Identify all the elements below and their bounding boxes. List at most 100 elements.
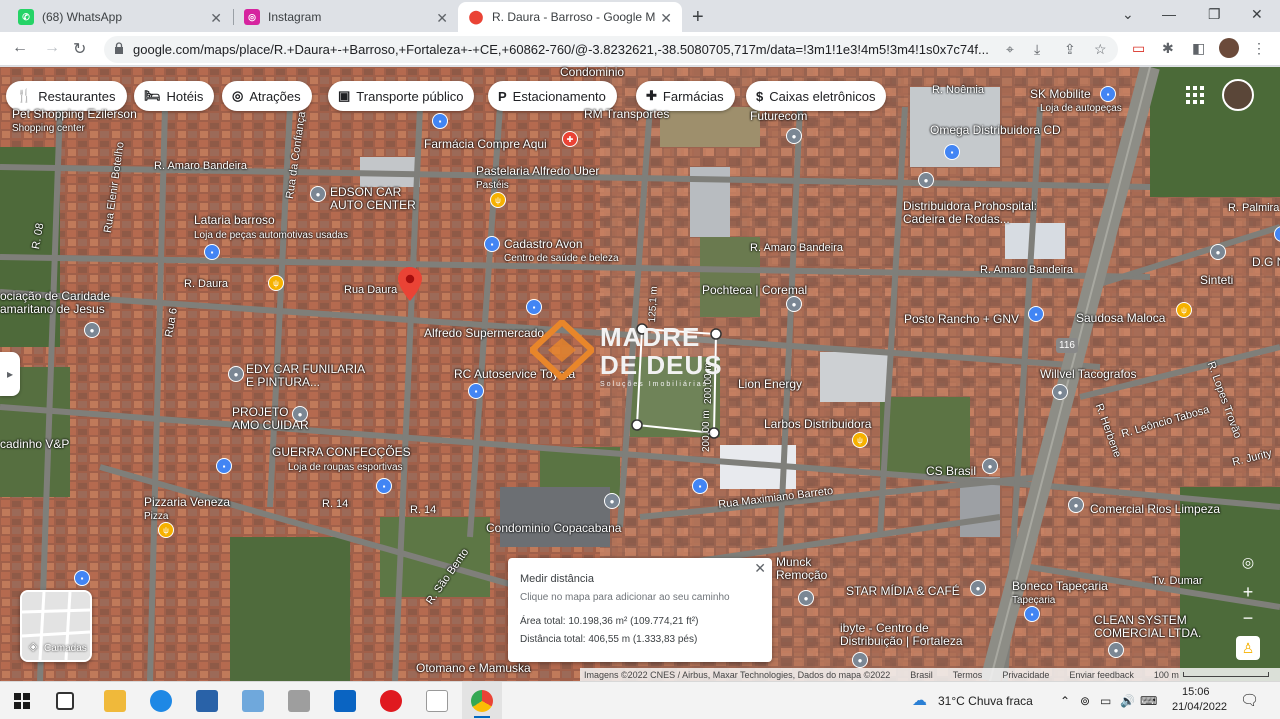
close-window-button[interactable]: ✕ [1251,6,1263,23]
zoom-out-button[interactable]: − [1236,606,1260,630]
tab-whatsapp[interactable]: ✆ (68) WhatsApp ✕ [8,2,232,32]
forward-button[interactable]: → [44,39,60,57]
map-label[interactable]: Saudosa Maloca [1076,312,1165,325]
notifications-icon[interactable]: 🗨 [1240,691,1259,709]
food-pin-icon[interactable]: ψ [1176,302,1192,318]
close-icon[interactable]: ✕ [210,10,222,27]
map-label[interactable]: cadinho V&P [0,438,69,451]
place-pin-icon[interactable]: ● [228,366,244,382]
map-label[interactable]: SK Mobilite [1030,88,1091,101]
puzzle-icon[interactable]: ✱ [1162,40,1174,57]
map-label[interactable]: Pochteca | Coremal [702,284,807,297]
map-label[interactable]: RM Transportes [584,108,669,121]
install-icon[interactable]: ⤓ [1034,41,1040,58]
map-label[interactable]: D.G N [1252,256,1280,269]
place-pin-icon[interactable]: ● [1068,497,1084,513]
map-label[interactable]: Alfredo Supermercado [424,327,544,340]
expand-side-panel-button[interactable]: ▸ [0,352,20,396]
map-label[interactable]: Pet Shopping Ezilerson [12,108,137,121]
shop-pin-icon[interactable]: ▪ [526,299,542,315]
map-label[interactable]: EDSON CAR AUTO CENTER [330,186,416,212]
place-pin-icon[interactable]: ● [310,186,326,202]
minimize-button[interactable]: — [1162,6,1176,22]
new-tab-button[interactable]: + [692,6,704,29]
my-location-icon[interactable]: ◎ [1236,550,1260,574]
network-icon[interactable]: ▭ [1100,694,1111,708]
shop-pin-icon[interactable]: ▪ [216,458,232,474]
place-pin-icon[interactable]: ● [604,493,620,509]
map-label[interactable]: CS Brasil [926,465,976,478]
shop-pin-icon[interactable]: ▪ [74,570,90,586]
close-icon[interactable]: ✕ [660,10,672,27]
map-label[interactable]: Condominio Copacabana [486,522,621,535]
photos-icon[interactable] [288,690,310,712]
map-label[interactable]: EDY CAR FUNILARIA E PINTURA... [246,363,365,389]
place-pin-icon[interactable]: ● [1210,244,1226,260]
chip-atms[interactable]: $ Caixas eletrônicos [746,81,887,111]
side-panel-icon[interactable]: ◧ [1192,40,1205,57]
pharmacy-pin-icon[interactable]: ✚ [562,131,578,147]
map-label[interactable]: Pizzaria Veneza [144,496,230,509]
close-icon[interactable]: ✕ [436,10,448,27]
place-pin-icon[interactable]: ● [918,172,934,188]
notepad-icon[interactable] [426,690,448,712]
windows-start-icon[interactable] [14,693,30,709]
shop-pin-icon[interactable]: ▪ [692,478,708,494]
map-label[interactable]: CLEAN SYSTEM COMERCIAL LTDA. [1094,614,1201,640]
map-label[interactable]: Pastelaria Alfredo Uber [476,165,599,178]
back-button[interactable]: ← [12,39,28,57]
food-pin-icon[interactable]: ψ [490,192,506,208]
shop-pin-icon[interactable]: ▪ [944,144,960,160]
map-label[interactable]: ibyte - Centro de Distribuição | Fortale… [840,622,963,648]
share-icon[interactable]: ⇪ [1064,41,1076,58]
close-icon[interactable]: ✕ [754,560,766,577]
place-pin-icon[interactable]: ● [798,590,814,606]
map-label[interactable]: Distribuidora Prohospital: Cadeira de Ro… [903,200,1037,226]
map-label[interactable]: GUERRA CONFECÇÕES [272,446,411,459]
shop-pin-icon[interactable]: ▪ [376,478,392,494]
tray-chevron-icon[interactable]: ⌃ [1060,694,1070,708]
map-label[interactable]: Lataria barroso [194,214,275,227]
language-icon[interactable]: ⌨ [1140,694,1157,708]
map-label[interactable]: Willvel Tacografos [1040,368,1136,381]
chip-attractions[interactable]: ◎ Atrações [222,81,312,111]
pegman-icon[interactable]: ♙ [1236,636,1260,660]
zoom-in-button[interactable]: + [1236,580,1260,604]
clock-time[interactable]: 15:06 [1182,686,1210,698]
weather-text[interactable]: 31°C Chuva fraca [938,694,1033,708]
place-pin-icon[interactable]: ● [1108,642,1124,658]
tab-search-chevron-icon[interactable]: ⌄ [1122,6,1134,23]
location-icon[interactable]: ⌖ [1006,41,1014,58]
country-link[interactable]: Brasil [910,670,933,680]
layers-button[interactable]: ◈ Camadas [20,590,92,662]
map-label[interactable]: Sinteti [1200,274,1233,287]
map-label[interactable]: Lion Energy [738,378,802,391]
shop-pin-icon[interactable]: ▪ [484,236,500,252]
map-label[interactable]: Otomano e Mamuska [416,662,531,675]
scale-label[interactable]: 100 m [1154,670,1179,680]
webcam-icon[interactable]: ⊚ [1080,694,1090,708]
opera-icon[interactable] [380,690,402,712]
account-avatar[interactable] [1222,79,1254,111]
map-label[interactable]: Futurecom [750,110,807,123]
file-explorer-icon[interactable] [104,690,126,712]
map-label[interactable]: Boneco Tapeçaria [1012,580,1108,593]
map-label[interactable]: Farmácia Compre Aqui [424,138,547,151]
food-pin-icon[interactable]: ψ [852,432,868,448]
place-pin-icon[interactable]: ● [852,652,868,668]
store-icon[interactable] [196,690,218,712]
volume-icon[interactable]: 🔊 [1120,694,1135,708]
map-label[interactable]: Omega Distribuidora CD [930,124,1061,137]
tab-google-maps[interactable]: ⬤ R. Daura - Barroso - Google Map ✕ [458,2,682,32]
gas-station-pin-icon[interactable]: ▪ [1028,306,1044,322]
bus-stop-icon[interactable]: ▪ [432,113,448,129]
privacy-link[interactable]: Privacidade [1002,670,1049,680]
weather-icon[interactable]: ☁ [912,691,927,709]
shop-pin-icon[interactable]: ▪ [204,244,220,260]
extension-icon[interactable]: ▭ [1132,40,1145,57]
map-label[interactable]: Larbos Distribuidora [764,418,871,431]
food-pin-icon[interactable]: ψ [158,522,174,538]
food-pin-icon[interactable]: ψ [268,275,284,291]
shop-pin-icon[interactable]: ▪ [1024,606,1040,622]
shop-pin-icon[interactable]: ▪ [1100,86,1116,102]
